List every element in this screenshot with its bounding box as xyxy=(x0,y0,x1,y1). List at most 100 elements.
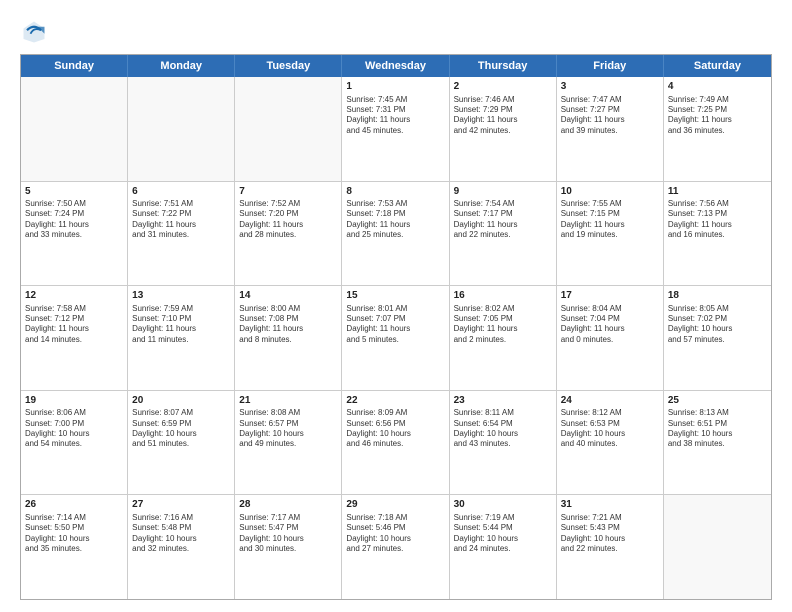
day-number: 9 xyxy=(454,185,552,199)
empty-cell xyxy=(235,77,342,181)
day-info: Sunrise: 7:19 AM Sunset: 5:44 PM Dayligh… xyxy=(454,513,552,555)
day-info: Sunrise: 7:16 AM Sunset: 5:48 PM Dayligh… xyxy=(132,513,230,555)
day-number: 4 xyxy=(668,80,767,94)
day-cell-17: 17Sunrise: 8:04 AM Sunset: 7:04 PM Dayli… xyxy=(557,286,664,390)
day-info: Sunrise: 7:49 AM Sunset: 7:25 PM Dayligh… xyxy=(668,95,767,137)
logo-icon xyxy=(20,18,48,46)
day-number: 19 xyxy=(25,394,123,408)
day-cell-30: 30Sunrise: 7:19 AM Sunset: 5:44 PM Dayli… xyxy=(450,495,557,599)
day-number: 17 xyxy=(561,289,659,303)
day-cell-11: 11Sunrise: 7:56 AM Sunset: 7:13 PM Dayli… xyxy=(664,182,771,286)
day-info: Sunrise: 8:01 AM Sunset: 7:07 PM Dayligh… xyxy=(346,304,444,346)
day-number: 27 xyxy=(132,498,230,512)
calendar-row-5: 26Sunrise: 7:14 AM Sunset: 5:50 PM Dayli… xyxy=(21,495,771,599)
day-cell-13: 13Sunrise: 7:59 AM Sunset: 7:10 PM Dayli… xyxy=(128,286,235,390)
day-info: Sunrise: 8:11 AM Sunset: 6:54 PM Dayligh… xyxy=(454,408,552,450)
day-info: Sunrise: 7:52 AM Sunset: 7:20 PM Dayligh… xyxy=(239,199,337,241)
day-cell-4: 4Sunrise: 7:49 AM Sunset: 7:25 PM Daylig… xyxy=(664,77,771,181)
day-cell-19: 19Sunrise: 8:06 AM Sunset: 7:00 PM Dayli… xyxy=(21,391,128,495)
header xyxy=(20,18,772,46)
day-cell-10: 10Sunrise: 7:55 AM Sunset: 7:15 PM Dayli… xyxy=(557,182,664,286)
day-cell-8: 8Sunrise: 7:53 AM Sunset: 7:18 PM Daylig… xyxy=(342,182,449,286)
day-info: Sunrise: 7:56 AM Sunset: 7:13 PM Dayligh… xyxy=(668,199,767,241)
day-cell-14: 14Sunrise: 8:00 AM Sunset: 7:08 PM Dayli… xyxy=(235,286,342,390)
day-cell-6: 6Sunrise: 7:51 AM Sunset: 7:22 PM Daylig… xyxy=(128,182,235,286)
day-info: Sunrise: 8:07 AM Sunset: 6:59 PM Dayligh… xyxy=(132,408,230,450)
calendar-row-4: 19Sunrise: 8:06 AM Sunset: 7:00 PM Dayli… xyxy=(21,391,771,496)
day-info: Sunrise: 7:46 AM Sunset: 7:29 PM Dayligh… xyxy=(454,95,552,137)
day-cell-28: 28Sunrise: 7:17 AM Sunset: 5:47 PM Dayli… xyxy=(235,495,342,599)
day-cell-18: 18Sunrise: 8:05 AM Sunset: 7:02 PM Dayli… xyxy=(664,286,771,390)
empty-cell xyxy=(21,77,128,181)
day-number: 7 xyxy=(239,185,337,199)
day-number: 1 xyxy=(346,80,444,94)
weekday-header-monday: Monday xyxy=(128,55,235,77)
day-number: 20 xyxy=(132,394,230,408)
day-cell-31: 31Sunrise: 7:21 AM Sunset: 5:43 PM Dayli… xyxy=(557,495,664,599)
day-number: 28 xyxy=(239,498,337,512)
day-number: 11 xyxy=(668,185,767,199)
day-number: 15 xyxy=(346,289,444,303)
calendar-row-2: 5Sunrise: 7:50 AM Sunset: 7:24 PM Daylig… xyxy=(21,182,771,287)
day-cell-5: 5Sunrise: 7:50 AM Sunset: 7:24 PM Daylig… xyxy=(21,182,128,286)
weekday-header-sunday: Sunday xyxy=(21,55,128,77)
day-number: 30 xyxy=(454,498,552,512)
day-cell-23: 23Sunrise: 8:11 AM Sunset: 6:54 PM Dayli… xyxy=(450,391,557,495)
day-number: 23 xyxy=(454,394,552,408)
page: SundayMondayTuesdayWednesdayThursdayFrid… xyxy=(0,0,792,612)
day-info: Sunrise: 7:14 AM Sunset: 5:50 PM Dayligh… xyxy=(25,513,123,555)
day-info: Sunrise: 7:53 AM Sunset: 7:18 PM Dayligh… xyxy=(346,199,444,241)
day-info: Sunrise: 8:13 AM Sunset: 6:51 PM Dayligh… xyxy=(668,408,767,450)
day-cell-22: 22Sunrise: 8:09 AM Sunset: 6:56 PM Dayli… xyxy=(342,391,449,495)
day-info: Sunrise: 7:45 AM Sunset: 7:31 PM Dayligh… xyxy=(346,95,444,137)
day-info: Sunrise: 8:09 AM Sunset: 6:56 PM Dayligh… xyxy=(346,408,444,450)
weekday-header-saturday: Saturday xyxy=(664,55,771,77)
weekday-header-tuesday: Tuesday xyxy=(235,55,342,77)
day-cell-2: 2Sunrise: 7:46 AM Sunset: 7:29 PM Daylig… xyxy=(450,77,557,181)
day-cell-27: 27Sunrise: 7:16 AM Sunset: 5:48 PM Dayli… xyxy=(128,495,235,599)
day-number: 31 xyxy=(561,498,659,512)
day-info: Sunrise: 8:04 AM Sunset: 7:04 PM Dayligh… xyxy=(561,304,659,346)
day-info: Sunrise: 8:05 AM Sunset: 7:02 PM Dayligh… xyxy=(668,304,767,346)
day-cell-25: 25Sunrise: 8:13 AM Sunset: 6:51 PM Dayli… xyxy=(664,391,771,495)
day-cell-1: 1Sunrise: 7:45 AM Sunset: 7:31 PM Daylig… xyxy=(342,77,449,181)
day-cell-3: 3Sunrise: 7:47 AM Sunset: 7:27 PM Daylig… xyxy=(557,77,664,181)
empty-cell xyxy=(664,495,771,599)
day-info: Sunrise: 7:17 AM Sunset: 5:47 PM Dayligh… xyxy=(239,513,337,555)
day-number: 25 xyxy=(668,394,767,408)
day-info: Sunrise: 7:54 AM Sunset: 7:17 PM Dayligh… xyxy=(454,199,552,241)
weekday-header-thursday: Thursday xyxy=(450,55,557,77)
day-info: Sunrise: 8:02 AM Sunset: 7:05 PM Dayligh… xyxy=(454,304,552,346)
day-info: Sunrise: 7:58 AM Sunset: 7:12 PM Dayligh… xyxy=(25,304,123,346)
day-info: Sunrise: 8:08 AM Sunset: 6:57 PM Dayligh… xyxy=(239,408,337,450)
day-cell-24: 24Sunrise: 8:12 AM Sunset: 6:53 PM Dayli… xyxy=(557,391,664,495)
day-number: 6 xyxy=(132,185,230,199)
weekday-header-friday: Friday xyxy=(557,55,664,77)
day-info: Sunrise: 7:59 AM Sunset: 7:10 PM Dayligh… xyxy=(132,304,230,346)
day-cell-15: 15Sunrise: 8:01 AM Sunset: 7:07 PM Dayli… xyxy=(342,286,449,390)
day-number: 10 xyxy=(561,185,659,199)
day-info: Sunrise: 8:06 AM Sunset: 7:00 PM Dayligh… xyxy=(25,408,123,450)
day-number: 5 xyxy=(25,185,123,199)
day-number: 12 xyxy=(25,289,123,303)
logo xyxy=(20,18,52,46)
day-number: 3 xyxy=(561,80,659,94)
day-info: Sunrise: 7:47 AM Sunset: 7:27 PM Dayligh… xyxy=(561,95,659,137)
day-cell-29: 29Sunrise: 7:18 AM Sunset: 5:46 PM Dayli… xyxy=(342,495,449,599)
day-cell-7: 7Sunrise: 7:52 AM Sunset: 7:20 PM Daylig… xyxy=(235,182,342,286)
day-cell-21: 21Sunrise: 8:08 AM Sunset: 6:57 PM Dayli… xyxy=(235,391,342,495)
calendar: SundayMondayTuesdayWednesdayThursdayFrid… xyxy=(20,54,772,600)
day-cell-9: 9Sunrise: 7:54 AM Sunset: 7:17 PM Daylig… xyxy=(450,182,557,286)
day-number: 14 xyxy=(239,289,337,303)
day-number: 16 xyxy=(454,289,552,303)
day-info: Sunrise: 8:12 AM Sunset: 6:53 PM Dayligh… xyxy=(561,408,659,450)
calendar-header: SundayMondayTuesdayWednesdayThursdayFrid… xyxy=(21,55,771,77)
day-number: 13 xyxy=(132,289,230,303)
day-cell-12: 12Sunrise: 7:58 AM Sunset: 7:12 PM Dayli… xyxy=(21,286,128,390)
calendar-row-1: 1Sunrise: 7:45 AM Sunset: 7:31 PM Daylig… xyxy=(21,77,771,182)
day-number: 2 xyxy=(454,80,552,94)
day-number: 24 xyxy=(561,394,659,408)
day-number: 18 xyxy=(668,289,767,303)
day-info: Sunrise: 7:21 AM Sunset: 5:43 PM Dayligh… xyxy=(561,513,659,555)
day-cell-20: 20Sunrise: 8:07 AM Sunset: 6:59 PM Dayli… xyxy=(128,391,235,495)
